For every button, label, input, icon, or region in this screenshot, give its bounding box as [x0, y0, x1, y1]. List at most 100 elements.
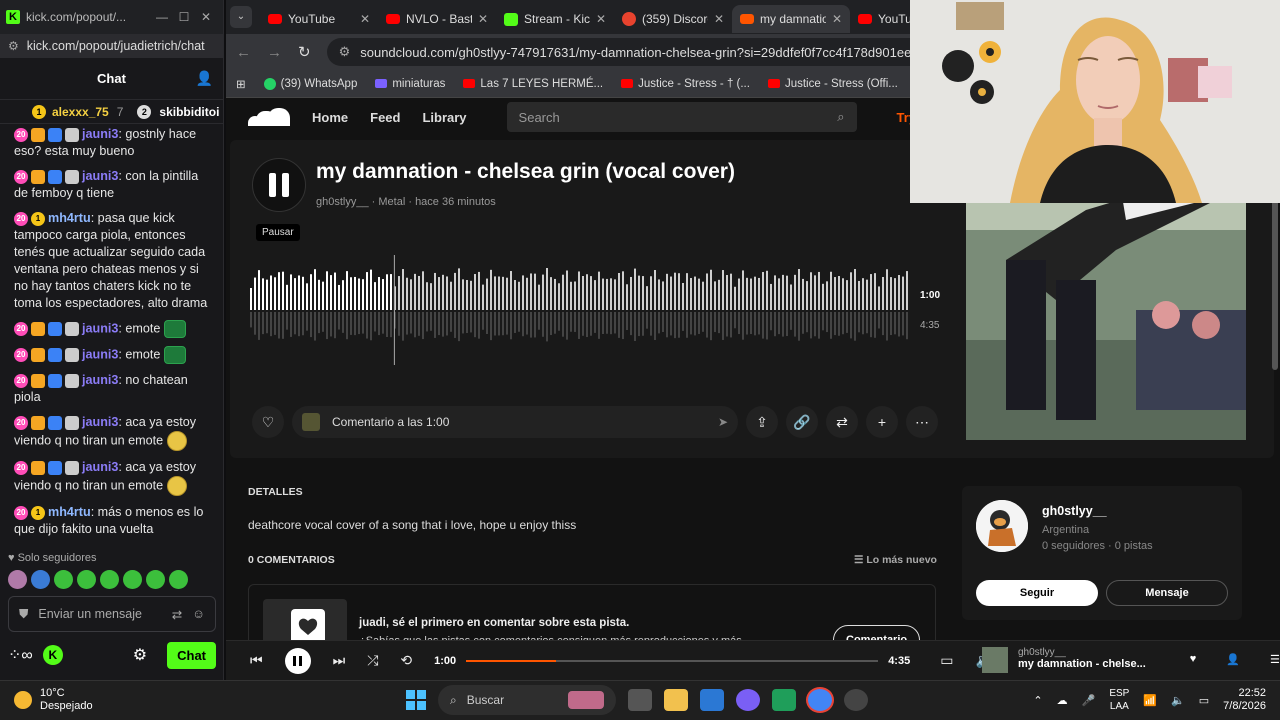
send-icon[interactable]: ➤ [718, 415, 728, 429]
soundcloud-logo-icon[interactable] [248, 108, 290, 126]
chat-username[interactable]: mh4rtu [48, 505, 91, 519]
add-to-playlist-icon[interactable]: + [866, 406, 898, 438]
chat-username[interactable]: jauni3 [82, 169, 118, 183]
emote-icon[interactable] [100, 570, 119, 589]
weather-widget[interactable]: 10°C Despejado [14, 687, 93, 713]
now-playing[interactable]: gh0stlyy__ my damnation - chelse... ♥ 👤 … [982, 647, 1280, 673]
emote-icon[interactable] [123, 570, 142, 589]
chat-username[interactable]: jauni3 [82, 347, 118, 361]
windows-start-icon[interactable] [406, 690, 426, 710]
translate-icon[interactable]: ⇄ [172, 607, 182, 622]
search-input[interactable]: Search ⌕ [506, 102, 857, 132]
task-view-icon[interactable] [628, 689, 652, 711]
comment-input[interactable]: Comentario a las 1:00 ➤ [292, 406, 738, 438]
emote-icon[interactable] [77, 570, 96, 589]
close-tab-icon[interactable]: ✕ [832, 12, 842, 26]
browser-tab[interactable]: NVLO - Bast ✕ [378, 5, 496, 33]
browser-tab[interactable]: (359) Discord ✕ [614, 5, 732, 33]
nav-feed[interactable]: Feed [370, 110, 400, 125]
microphone-icon[interactable]: 🎤 [1082, 694, 1096, 707]
close-icon[interactable]: ✕ [195, 10, 217, 24]
share-icon[interactable]: ⇪ [746, 406, 778, 438]
cast-icon[interactable]: ▭ [940, 652, 953, 669]
tab-search-icon[interactable]: ⌄ [230, 6, 252, 28]
emoji-icon[interactable]: ☺ [192, 607, 205, 621]
word-icon[interactable] [700, 689, 724, 711]
app-icon[interactable] [844, 689, 868, 711]
chevron-up-icon[interactable]: ⌃ [1033, 694, 1042, 707]
close-tab-icon[interactable]: ✕ [596, 12, 606, 26]
file-explorer-icon[interactable] [664, 689, 688, 711]
bookmark-item[interactable]: Las 7 LEYES HERMÉ... [463, 78, 603, 90]
back-icon[interactable]: ← [236, 44, 251, 61]
player-pause-button[interactable] [284, 647, 311, 674]
chat-username[interactable]: jauni3 [82, 373, 118, 387]
chat-username[interactable]: jauni3 [82, 415, 118, 429]
previous-icon[interactable]: ⏮ [250, 652, 263, 669]
like-icon[interactable]: ♥ [1190, 653, 1197, 673]
close-tab-icon[interactable]: ✕ [714, 12, 724, 26]
wifi-icon[interactable]: 📶 [1143, 694, 1157, 707]
browser-tab[interactable]: my damnation ✕ [732, 5, 850, 33]
clock[interactable]: 22:52 7/8/2026 [1223, 687, 1266, 713]
second-gifter-name[interactable]: skibbiditoi [159, 105, 219, 119]
kick-points-icon[interactable]: K [42, 645, 63, 665]
more-options-icon[interactable]: ⋯ [906, 406, 938, 438]
send-chat-button[interactable]: Chat [167, 641, 216, 669]
close-tab-icon[interactable]: ✕ [478, 12, 488, 26]
bookmark-item[interactable]: Justice - Stress - † (... [621, 78, 750, 90]
speaker-icon[interactable]: 🔈 [1171, 694, 1185, 707]
taskbar-search[interactable]: ⌕ Buscar [438, 685, 616, 715]
site-info-icon[interactable]: ⚙ [339, 44, 351, 60]
queue-icon[interactable]: ☰ [1270, 653, 1280, 673]
forward-icon[interactable]: → [267, 44, 282, 61]
pause-button[interactable] [252, 158, 306, 212]
infinity-icon[interactable]: ⁘∞ [8, 645, 33, 665]
repost-icon[interactable]: ⇄ [826, 406, 858, 438]
chat-username[interactable]: jauni3 [82, 127, 118, 141]
site-settings-icon[interactable]: ⚙ [8, 39, 19, 53]
reload-icon[interactable]: ↻ [298, 43, 311, 61]
maximize-icon[interactable]: ☐ [173, 10, 195, 24]
emote-icon[interactable] [146, 570, 165, 589]
excel-icon[interactable] [772, 689, 796, 711]
nav-home[interactable]: Home [312, 110, 348, 125]
chrome-icon[interactable] [808, 689, 832, 711]
browser-tab[interactable]: YouTube ✕ [260, 5, 378, 33]
chat-username[interactable]: jauni3 [82, 460, 118, 474]
emote-icon[interactable] [169, 570, 188, 589]
message-button[interactable]: Mensaje [1106, 580, 1228, 606]
language-indicator[interactable]: ESP LAA [1109, 687, 1129, 713]
emote-icon[interactable] [8, 570, 27, 589]
repeat-icon[interactable]: ⟲ [400, 652, 412, 669]
next-icon[interactable]: ⏭ [333, 652, 346, 669]
emote-icon[interactable] [54, 570, 73, 589]
follow-button[interactable]: Seguir [976, 580, 1098, 606]
top-gifter-name[interactable]: alexxx_75 [52, 105, 109, 119]
apps-icon[interactable]: ⊞ [236, 77, 246, 91]
users-icon[interactable]: 👤 [196, 70, 213, 87]
emote-icon[interactable] [31, 570, 50, 589]
nav-library[interactable]: Library [422, 110, 466, 125]
bookmark-item[interactable]: miniaturas [375, 78, 445, 90]
close-tab-icon[interactable]: ✕ [360, 12, 370, 26]
shuffle-icon[interactable]: ⤮ [367, 652, 378, 669]
battery-icon[interactable]: ▭ [1199, 694, 1209, 707]
browser-tab[interactable]: Stream - Kick ✕ [496, 5, 614, 33]
follow-artist-icon[interactable]: 👤 [1226, 653, 1240, 673]
chat-message-input[interactable]: ⛊ Enviar un mensaje ⇄ ☺ [8, 596, 216, 632]
track-genre-tag[interactable]: Metal [378, 196, 405, 208]
bookmark-item[interactable]: (39) WhatsApp [263, 77, 357, 90]
bookmark-item[interactable]: Justice - Stress (Offi... [767, 78, 898, 90]
chat-username[interactable]: jauni3 [82, 321, 118, 335]
like-heart-icon[interactable]: ♡ [252, 406, 284, 438]
chat-url-bar[interactable]: ⚙ kick.com/popout/juadietrich/chat [0, 34, 223, 58]
copilot-icon[interactable] [736, 689, 760, 711]
artist-avatar[interactable] [976, 500, 1028, 552]
minimize-icon[interactable]: — [151, 10, 173, 24]
waveform[interactable] [250, 255, 910, 365]
player-progress[interactable] [466, 659, 879, 662]
track-artist-link[interactable]: gh0stlyy__ [316, 196, 369, 208]
chat-username[interactable]: mh4rtu [48, 211, 91, 225]
gear-icon[interactable]: ⚙ [133, 645, 147, 665]
